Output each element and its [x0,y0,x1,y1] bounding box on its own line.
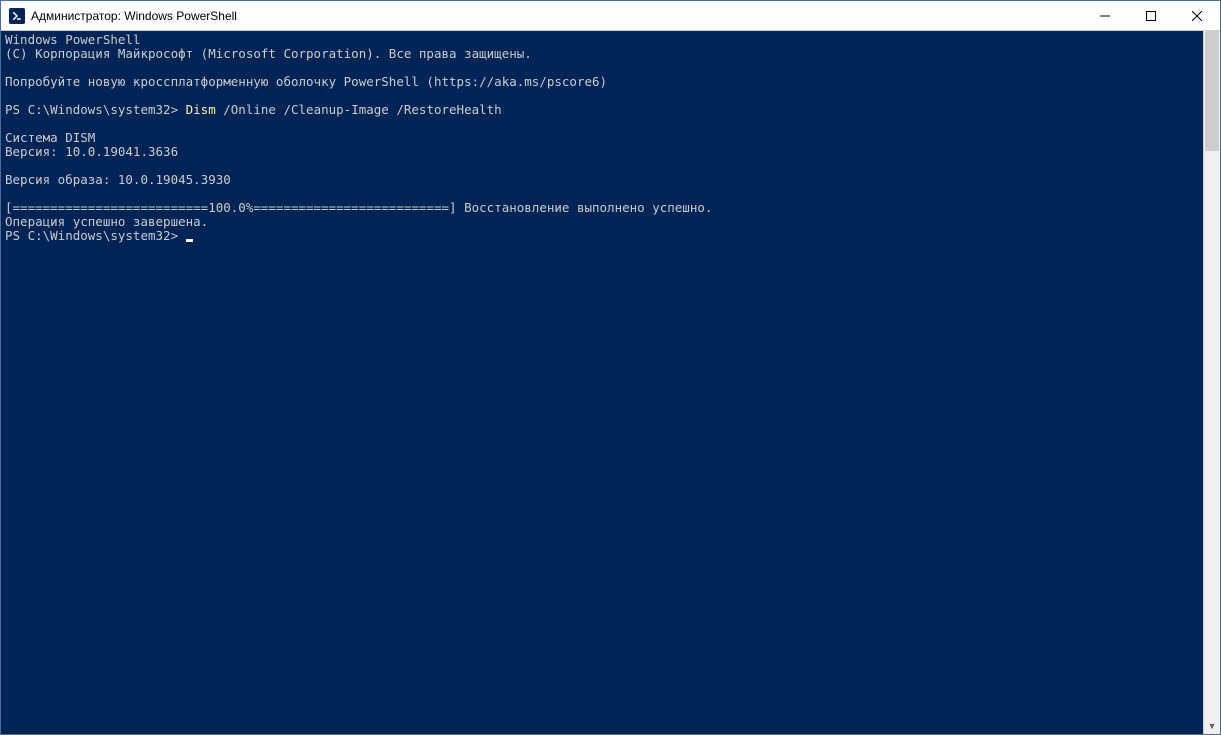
client-area: Windows PowerShell (C) Корпорация Майкро… [1,31,1220,734]
minimize-icon [1100,11,1110,21]
line-image-version: Версия образа: 10.0.19045.3930 [5,172,231,187]
maximize-button[interactable] [1128,1,1174,30]
titlebar[interactable]: Администратор: Windows PowerShell [1,1,1220,31]
close-button[interactable] [1174,1,1220,30]
line-dism-version: Версия: 10.0.19041.3636 [5,144,178,159]
powershell-icon [9,8,25,24]
powershell-window: Администратор: Windows PowerShell Window… [0,0,1221,735]
scrollbar-thumb[interactable] [1205,31,1219,151]
prompt-1-args: /Online /Cleanup-Image /RestoreHealth [216,102,502,117]
prompt-1-command: Dism [186,102,216,117]
cursor [186,239,193,242]
close-icon [1192,11,1202,21]
line-dism-system: Cистема DISM [5,130,95,145]
maximize-icon [1146,11,1156,21]
terminal-output[interactable]: Windows PowerShell (C) Корпорация Майкро… [1,31,1203,734]
line-app-name: Windows PowerShell [5,32,140,47]
window-controls [1082,1,1220,30]
line-operation-done: Операция успешно завершена. [5,214,208,229]
minimize-button[interactable] [1082,1,1128,30]
prompt-1-prefix: PS C:\Windows\system32> [5,102,186,117]
line-progress: [==========================100.0%=======… [5,200,712,215]
window-title: Администратор: Windows PowerShell [31,9,237,23]
line-try-pscore: Попробуйте новую кроссплатформенную обол… [5,74,607,89]
prompt-2: PS C:\Windows\system32> [5,228,186,243]
vertical-scrollbar[interactable]: ▲ ▼ [1203,31,1220,734]
scroll-down-arrow-icon[interactable]: ▼ [1204,717,1220,734]
line-copyright: (C) Корпорация Майкрософт (Microsoft Cor… [5,46,532,61]
